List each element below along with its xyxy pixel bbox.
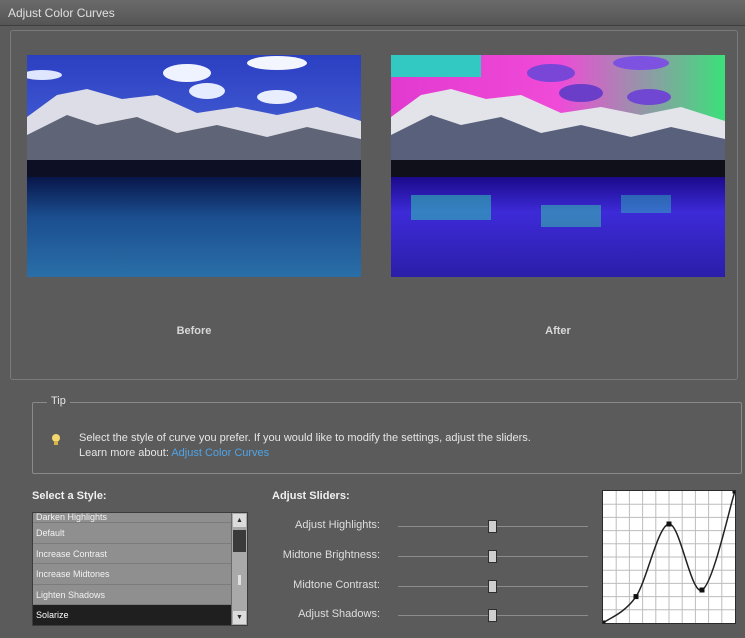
style-listbox[interactable]: Darken Highlights Default Increase Contr… — [32, 512, 248, 626]
slider-handle[interactable] — [488, 550, 497, 563]
style-option-increase-contrast[interactable]: Increase Contrast — [33, 544, 231, 564]
dialog-title-bar: Adjust Color Curves — [0, 0, 745, 26]
tip-panel: Tip Select the style of curve you prefer… — [32, 395, 742, 474]
scroll-down-arrow-icon[interactable]: ▼ — [233, 611, 246, 624]
tip-learn-more: Learn more about: — [79, 447, 169, 459]
scroll-grip — [238, 575, 241, 585]
curve-control-point — [666, 521, 672, 527]
curve-control-point — [633, 594, 639, 600]
tip-title: Tip — [47, 395, 70, 407]
lightbulb-icon — [51, 433, 61, 447]
before-label: Before — [176, 325, 212, 337]
dialog-title: Adjust Color Curves — [8, 6, 115, 20]
slider-handle[interactable] — [488, 520, 497, 533]
curve-control-point — [732, 488, 738, 494]
before-preview-image — [27, 55, 361, 277]
after-preview-image — [391, 55, 725, 277]
curve-plot — [600, 488, 738, 626]
slider-label: Adjust Highlights: — [295, 519, 380, 531]
slider-midtone-brightness: Midtone Brightness: — [262, 547, 592, 567]
scroll-thumb[interactable] — [233, 530, 246, 552]
style-option-lighten-shadows[interactable]: Lighten Shadows — [33, 585, 231, 605]
slider-label: Adjust Shadows: — [298, 608, 380, 620]
curve-graph[interactable] — [600, 488, 738, 626]
after-label: After — [545, 325, 571, 337]
slider-label: Midtone Brightness: — [282, 549, 380, 561]
slider-label: Midtone Contrast: — [293, 579, 380, 591]
style-option-default[interactable]: Default — [33, 523, 231, 544]
slider-handle[interactable] — [488, 609, 497, 622]
slider-adjust-highlights: Adjust Highlights: — [262, 517, 592, 537]
sliders-heading: Adjust Sliders: — [272, 490, 350, 502]
tip-text: Select the style of curve you prefer. If… — [79, 432, 531, 444]
style-option-solarize[interactable]: Solarize — [33, 605, 231, 625]
scroll-up-arrow-icon[interactable]: ▲ — [233, 514, 246, 527]
style-option-darken-highlights[interactable]: Darken Highlights — [33, 513, 231, 523]
style-list-scrollbar[interactable]: ▲ ▼ — [231, 513, 247, 625]
style-option-increase-midtones[interactable]: Increase Midtones — [33, 564, 231, 585]
slider-midtone-contrast: Midtone Contrast: — [262, 577, 592, 597]
slider-handle[interactable] — [488, 580, 497, 593]
tip-help-link[interactable]: Adjust Color Curves — [171, 447, 269, 459]
style-select-heading: Select a Style: — [32, 490, 107, 502]
slider-adjust-shadows: Adjust Shadows: — [262, 606, 592, 626]
curve-control-point — [699, 587, 705, 593]
curve-control-point — [600, 620, 606, 626]
